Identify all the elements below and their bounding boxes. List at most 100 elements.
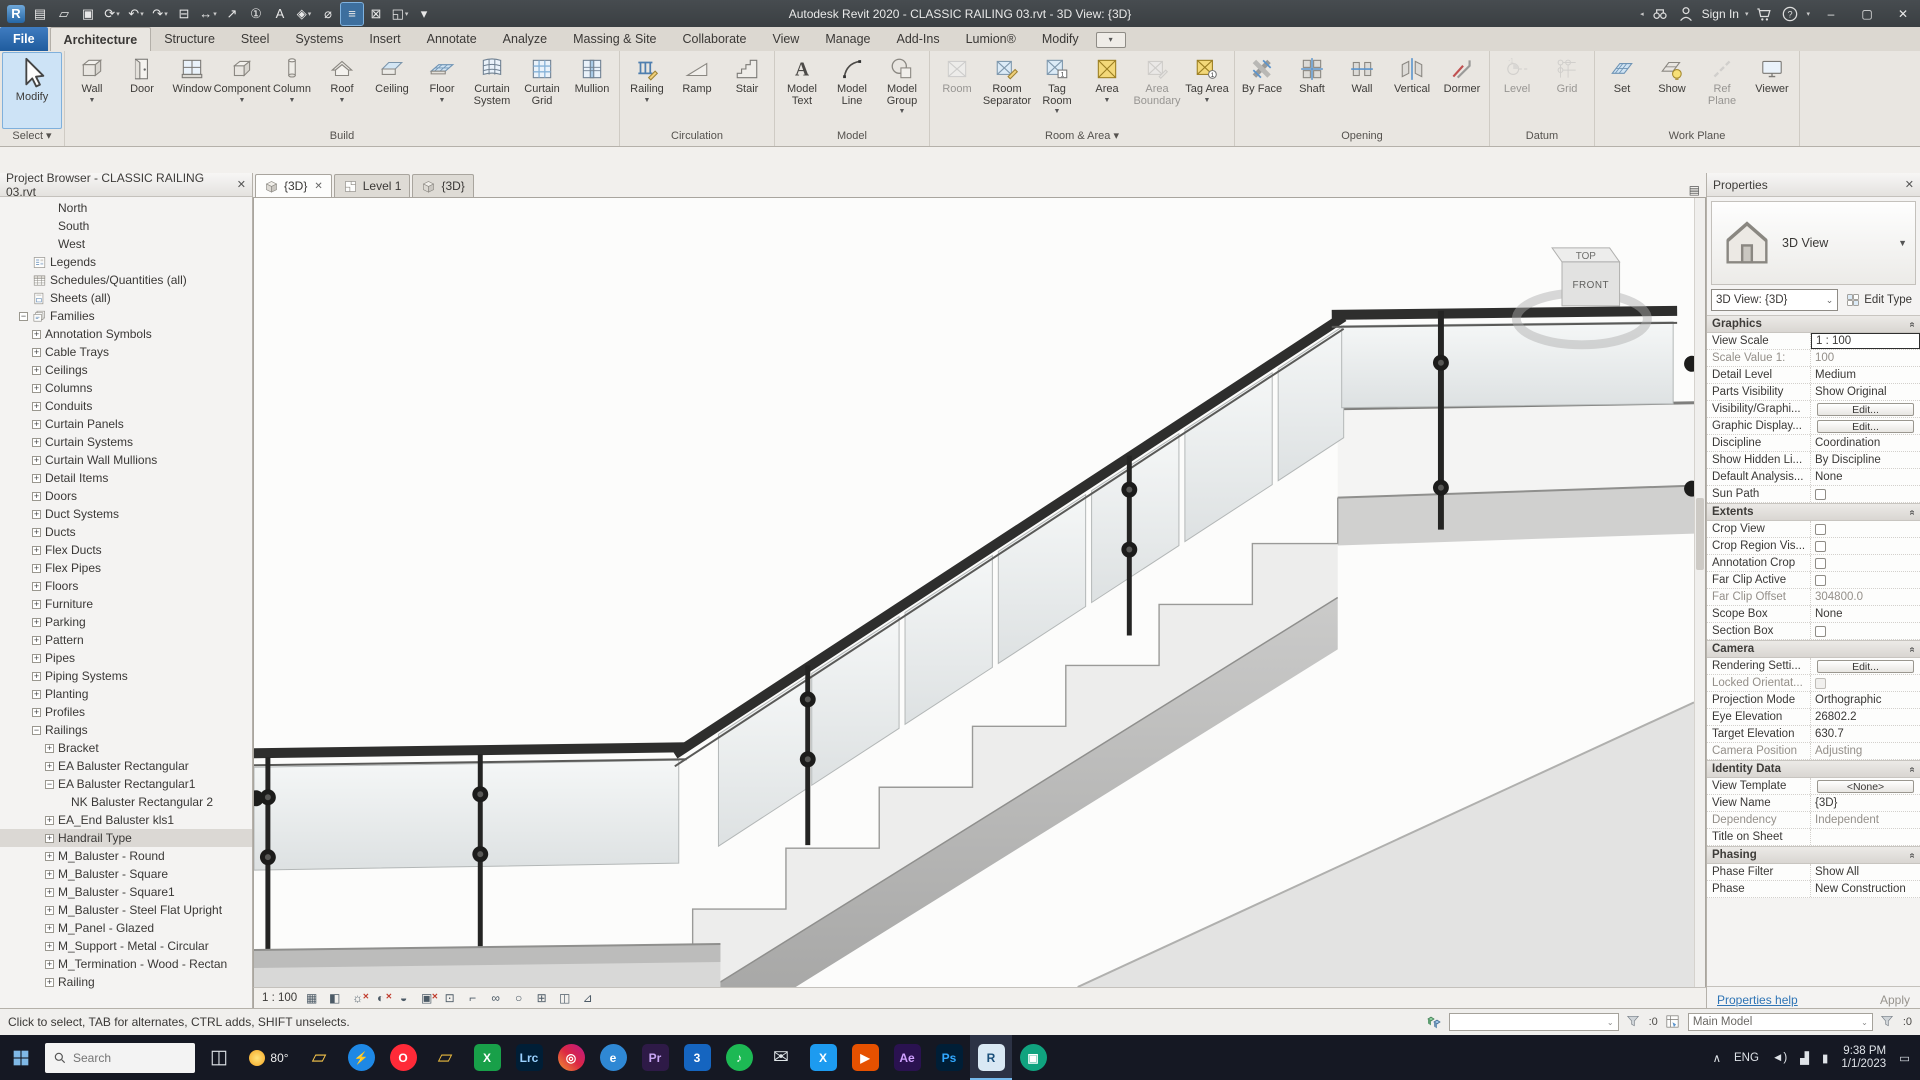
column-button[interactable]: Column ▼ <box>267 52 317 129</box>
tab-add-ins[interactable]: Add-Ins <box>884 27 953 51</box>
view-tab-1-level-1[interactable]: Level 1 <box>333 174 411 197</box>
type-selector[interactable]: 3D View: {3D} ⌄ <box>1711 289 1839 311</box>
measure-icon[interactable]: ↔ ▾ <box>197 3 219 25</box>
taskbar-app-opera[interactable]: O <box>382 1035 424 1080</box>
search-input[interactable] <box>73 1050 173 1065</box>
dropdown-arrow-icon[interactable]: ▼ <box>89 97 96 104</box>
dropdown-arrow-icon[interactable]: ▼ <box>439 97 446 104</box>
canvas-scrollbar-thumb[interactable] <box>1696 497 1704 570</box>
graphic-display-edit-button[interactable]: Edit... <box>1817 419 1914 433</box>
taskbar-app-task-view[interactable]: ◫ <box>198 1035 240 1080</box>
expand-icon[interactable]: + <box>32 329 41 339</box>
customize-qat-icon[interactable]: ▾ <box>413 3 435 25</box>
property-value[interactable]: Medium <box>1811 367 1920 383</box>
expand-icon[interactable]: + <box>32 365 41 375</box>
window-button[interactable]: Window <box>167 52 217 129</box>
collapse-icon[interactable]: − <box>32 725 41 735</box>
collapse-icon[interactable]: − <box>19 311 28 321</box>
reveal-hidden-elements-icon[interactable]: ∞ <box>487 990 504 1007</box>
model-view-3d[interactable]: TOP FRONT <box>254 198 1694 987</box>
checkbox-crop-view[interactable] <box>1815 523 1826 535</box>
tree-item-families[interactable]: − Families <box>0 307 252 325</box>
property-value[interactable] <box>1811 829 1920 845</box>
tree-item-pattern[interactable]: + Pattern <box>0 631 252 649</box>
railing-button[interactable]: Railing ▼ <box>622 52 672 129</box>
section-collapse-icon[interactable]: « <box>1907 321 1918 327</box>
redo-icon[interactable]: ↷ ▾ <box>149 3 171 25</box>
property-value[interactable]: Orthographic <box>1811 692 1920 708</box>
sign-in-dropdown-icon[interactable]: ▾ <box>1745 10 1749 18</box>
tree-item-floors[interactable]: + Floors <box>0 577 252 595</box>
taskbar-app-lightroom[interactable]: Lrc <box>508 1035 550 1080</box>
taskbar-app-calc[interactable]: X <box>466 1035 508 1080</box>
checkbox-far-clip-active[interactable] <box>1815 574 1826 586</box>
view-tab-2-3d[interactable]: {3D} <box>412 174 474 197</box>
dropdown-arrow-icon[interactable]: ▼ <box>289 97 296 104</box>
shaft-button[interactable]: Shaft <box>1287 52 1337 129</box>
mullion-button[interactable]: Mullion <box>567 52 617 129</box>
tree-item-m-baluster-steel-flat-upright[interactable]: + M_Baluster - Steel Flat Upright <box>0 901 252 919</box>
stair-button[interactable]: Stair <box>722 52 772 129</box>
wall-button[interactable]: Wall ▼ <box>67 52 117 129</box>
tab-manage[interactable]: Manage <box>812 27 883 51</box>
dropdown-arrow-icon[interactable]: ▼ <box>644 97 651 104</box>
apply-button[interactable]: Apply <box>1880 993 1910 1007</box>
section-collapse-icon[interactable]: « <box>1907 646 1918 652</box>
taskbar-app-revit[interactable]: R <box>970 1035 1012 1080</box>
properties-icon[interactable]: ▤ <box>29 3 51 25</box>
property-value[interactable]: None <box>1811 469 1920 485</box>
checkbox-crop-region-vis[interactable] <box>1815 540 1826 552</box>
expand-icon[interactable]: + <box>32 437 41 447</box>
thin-lines-icon[interactable]: ≡ <box>340 1 364 26</box>
property-value[interactable]: By Discipline <box>1811 452 1920 468</box>
model-line-button[interactable]: Model Line <box>827 52 877 129</box>
taskbar-app-after-effects[interactable]: Ae <box>886 1035 928 1080</box>
dropdown-arrow-icon[interactable]: ▼ <box>1204 97 1211 104</box>
expand-icon[interactable]: + <box>45 851 54 861</box>
tree-item-m-baluster-square1[interactable]: + M_Baluster - Square1 <box>0 883 252 901</box>
worksets-icon[interactable] <box>1425 1013 1443 1031</box>
tree-item-m-baluster-square[interactable]: + M_Baluster - Square <box>0 865 252 883</box>
sync-with-central-icon[interactable]: ⟳ ▾ <box>101 3 123 25</box>
floor-button[interactable]: Floor ▼ <box>417 52 467 129</box>
start-button[interactable] <box>0 1035 42 1080</box>
hidden-icons-icon[interactable]: ∧ <box>1713 1051 1721 1065</box>
tree-item-flex-ducts[interactable]: + Flex Ducts <box>0 541 252 559</box>
help-dropdown-icon[interactable]: ▾ <box>1806 10 1810 18</box>
tree-item-flex-pipes[interactable]: + Flex Pipes <box>0 559 252 577</box>
notification-center-icon[interactable]: ▭ <box>1899 1051 1910 1065</box>
tree-item-doors[interactable]: + Doors <box>0 487 252 505</box>
user-icon[interactable] <box>1676 4 1696 24</box>
tree-item-ducts[interactable]: + Ducts <box>0 523 252 541</box>
section-collapse-icon[interactable]: « <box>1907 852 1918 858</box>
expand-icon[interactable]: + <box>32 635 41 645</box>
tree-item-curtain-wall-mullions[interactable]: + Curtain Wall Mullions <box>0 451 252 469</box>
type-selector-chevron-icon[interactable]: ⌄ <box>1826 295 1834 306</box>
tree-item-schedules-quantities-all[interactable]: Schedules/Quantities (all) <box>0 271 252 289</box>
expand-icon[interactable]: + <box>32 527 41 537</box>
property-value[interactable]: 26802.2 <box>1811 709 1920 725</box>
expand-icon[interactable]: + <box>45 815 54 825</box>
tree-item-handrail-type[interactable]: + Handrail Type <box>0 829 252 847</box>
dropdown-arrow-icon[interactable]: ▼ <box>339 97 346 104</box>
tree-item-curtain-panels[interactable]: + Curtain Panels <box>0 415 252 433</box>
tree-item-planting[interactable]: + Planting <box>0 685 252 703</box>
taskbar-clock[interactable]: 9:38 PM 1/1/2023 <box>1841 1045 1886 1071</box>
type-preview[interactable]: 3D View ▼ <box>1711 201 1916 285</box>
taskbar-app-instagram[interactable]: ◎ <box>550 1035 592 1080</box>
collapse-icon[interactable]: − <box>45 779 54 789</box>
tree-item-curtain-systems[interactable]: + Curtain Systems <box>0 433 252 451</box>
dropdown-arrow-icon[interactable]: ▼ <box>1104 97 1111 104</box>
tab-analyze[interactable]: Analyze <box>490 27 560 51</box>
visual-style-icon[interactable]: ◧ <box>326 990 343 1007</box>
tree-item-sheets-all[interactable]: Sheets (all) <box>0 289 252 307</box>
tree-item-furniture[interactable]: + Furniture <box>0 595 252 613</box>
viewer-button[interactable]: Viewer <box>1747 52 1797 129</box>
project-browser-close-icon[interactable]: ✕ <box>237 178 246 191</box>
property-value[interactable]: None <box>1811 606 1920 622</box>
tree-item-nk-baluster-rectangular-2[interactable]: NK Baluster Rectangular 2 <box>0 793 252 811</box>
tree-item-ea-end-baluster-kls1[interactable]: + EA_End Baluster kls1 <box>0 811 252 829</box>
expand-icon[interactable]: + <box>45 977 54 987</box>
view-cube-top-label[interactable]: TOP <box>1576 251 1597 262</box>
search-collapse-icon[interactable]: ◂ <box>1640 10 1644 18</box>
